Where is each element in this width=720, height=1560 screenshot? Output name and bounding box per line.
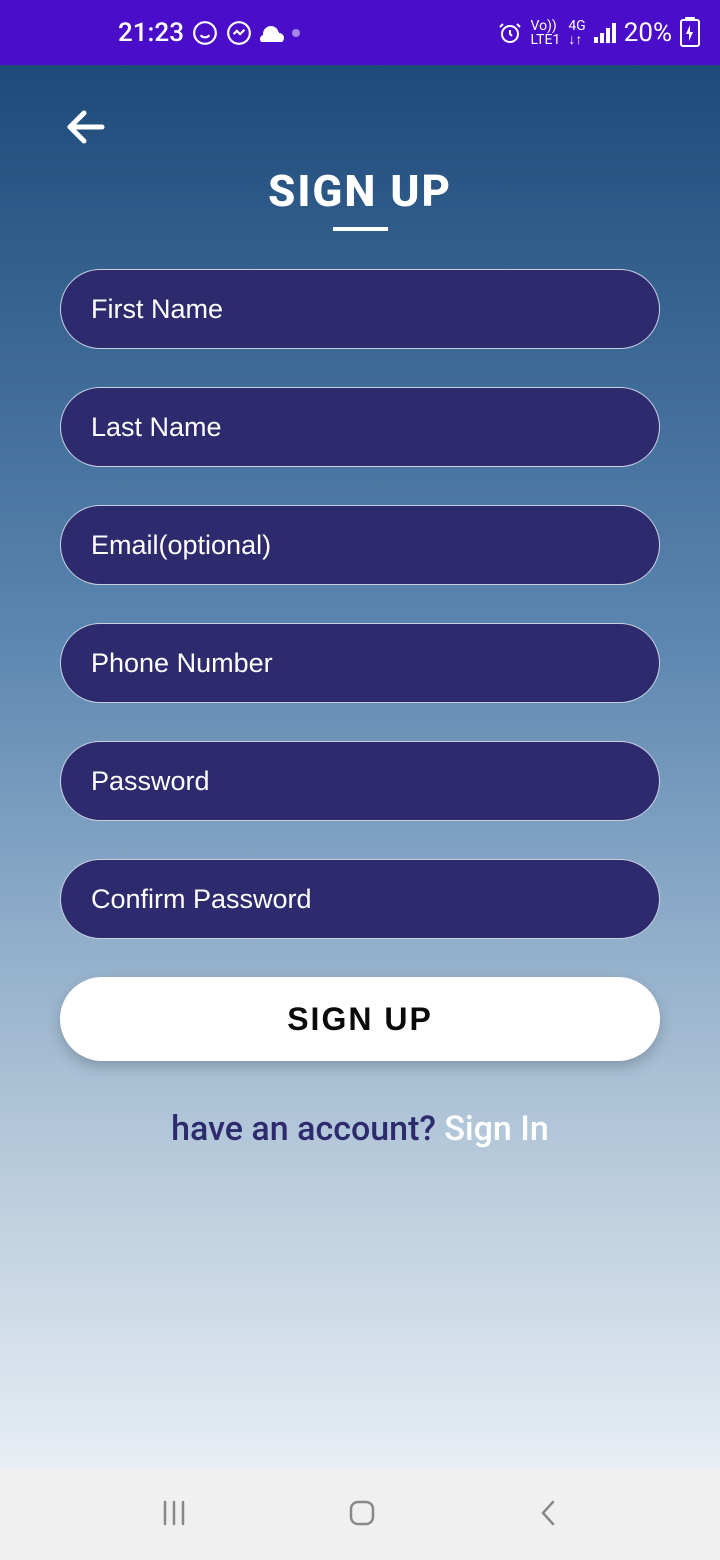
messenger-icon: [226, 20, 252, 46]
title-underline: [333, 227, 388, 231]
header: SIGN UP: [60, 65, 660, 231]
status-right: Vo)) LTE1 4G ↓↑ 20%: [498, 18, 700, 48]
first-name-field[interactable]: [60, 269, 660, 349]
whatsapp-icon: [192, 20, 218, 46]
phone-field[interactable]: [60, 623, 660, 703]
arrow-left-icon: [62, 103, 110, 151]
email-field[interactable]: [60, 505, 660, 585]
recents-button[interactable]: [159, 1498, 189, 1532]
back-nav-button[interactable]: [535, 1498, 561, 1532]
volte-indicator: Vo)) LTE1: [530, 19, 560, 47]
notification-dot-icon: [292, 29, 300, 37]
alarm-icon: [498, 21, 522, 45]
confirm-password-field[interactable]: [60, 859, 660, 939]
password-field[interactable]: [60, 741, 660, 821]
main-content: SIGN UP SIGN UP have an account? Sign In: [0, 65, 720, 1470]
cloud-icon: [260, 24, 284, 42]
signup-form: SIGN UP: [60, 269, 660, 1061]
status-bar: 21:23 Vo)) LTE1 4G ↓↑ 20%: [0, 0, 720, 65]
footer-text: have an account? Sign In: [60, 1109, 660, 1149]
status-left: 21:23: [118, 18, 300, 48]
signup-button[interactable]: SIGN UP: [60, 977, 660, 1061]
android-nav-bar: [0, 1470, 720, 1560]
network-indicator: 4G ↓↑: [568, 19, 585, 47]
have-account-label: have an account?: [171, 1109, 444, 1149]
signal-icon: [594, 23, 616, 43]
last-name-field[interactable]: [60, 387, 660, 467]
data-arrows-icon: ↓↑: [568, 33, 585, 47]
page-title: SIGN UP: [60, 165, 660, 217]
back-button[interactable]: [62, 103, 110, 155]
battery-percent: 20%: [624, 18, 672, 48]
signin-link[interactable]: Sign In: [444, 1109, 548, 1149]
home-button[interactable]: [347, 1498, 377, 1532]
status-time: 21:23: [118, 18, 184, 48]
battery-icon: [680, 19, 700, 47]
